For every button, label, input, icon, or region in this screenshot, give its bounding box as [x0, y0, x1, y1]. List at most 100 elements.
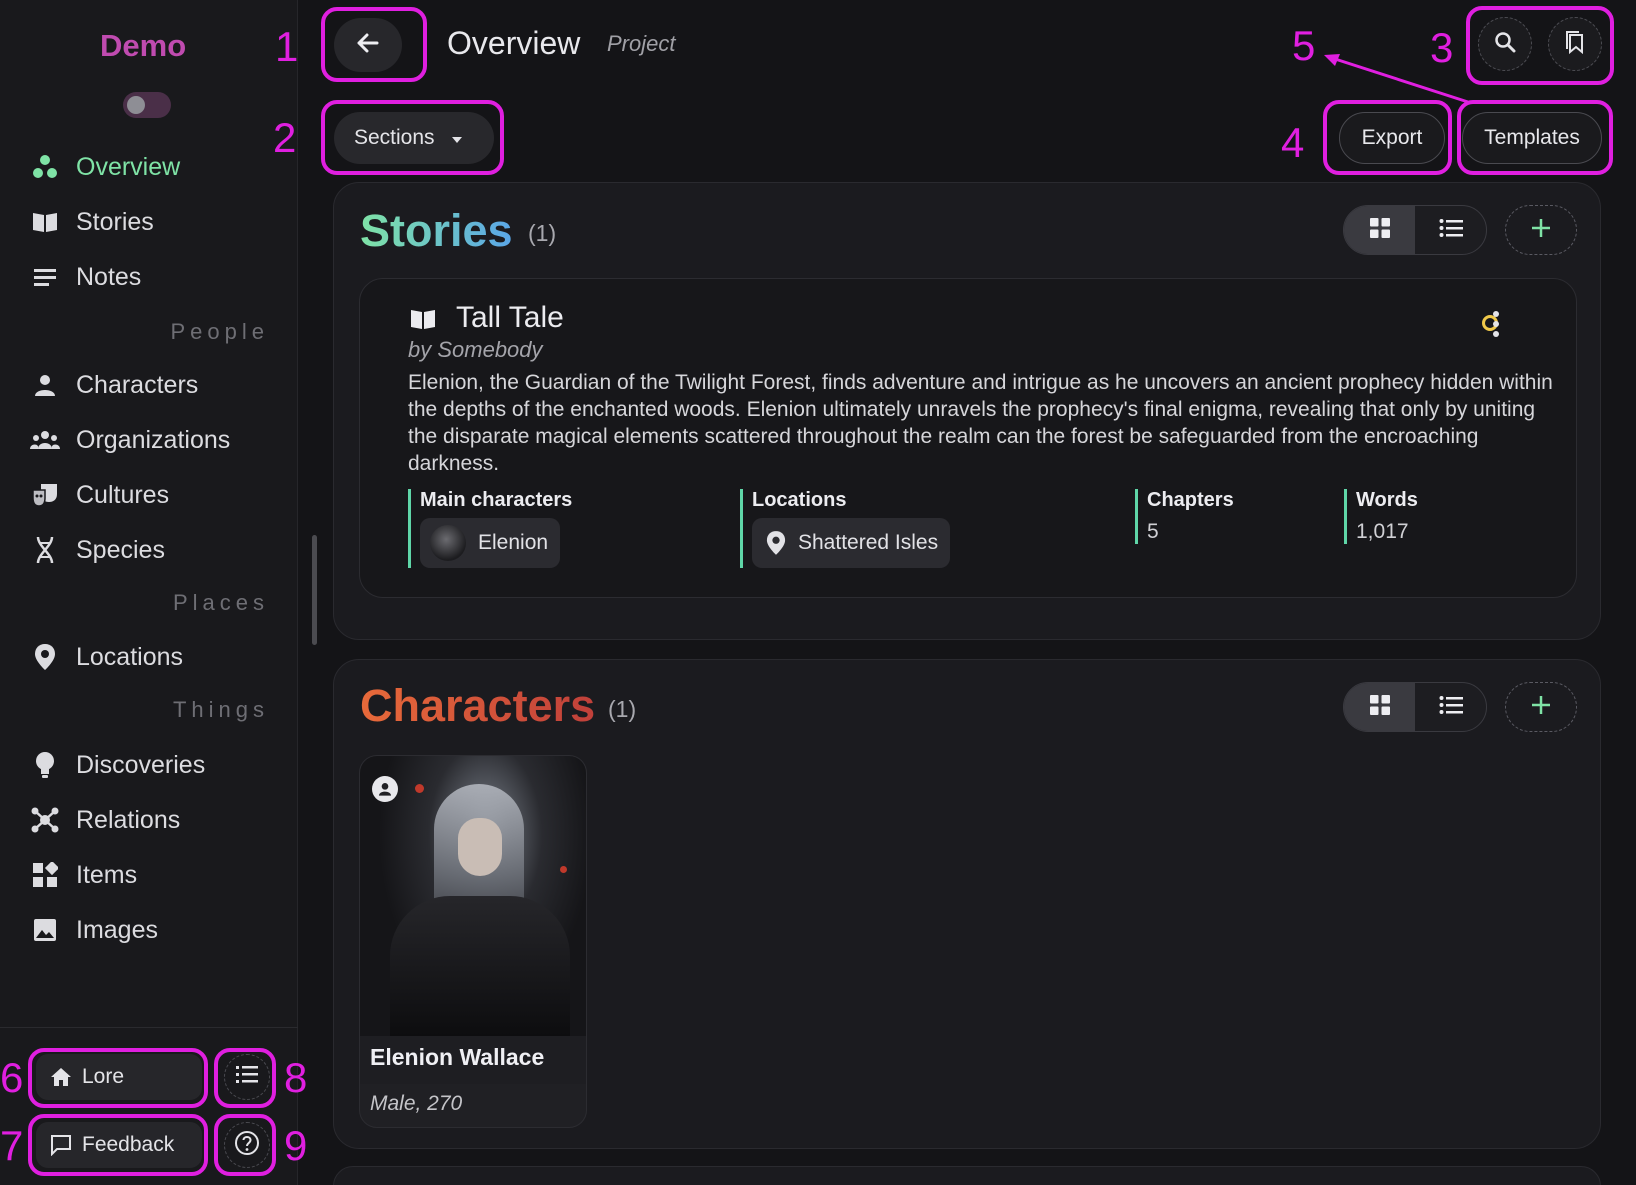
sidebar-item-items[interactable]: Items	[30, 855, 137, 895]
story-description: Elenion, the Guardian of the Twilight Fo…	[408, 371, 1553, 475]
list-view-button[interactable]	[1415, 683, 1486, 731]
location-chip[interactable]: Shattered Isles	[752, 518, 951, 568]
characters-view-toggle	[1343, 682, 1487, 732]
sidebar-item-cultures[interactable]: Cultures	[30, 475, 169, 515]
masks-icon	[30, 480, 60, 510]
search-icon	[1494, 31, 1516, 58]
annotation-number-4: 4	[1281, 119, 1305, 166]
sidebar-item-label: Overview	[76, 152, 181, 181]
annotation-number-2: 2	[273, 114, 297, 161]
sidebar-item-characters[interactable]: Characters	[30, 365, 198, 405]
stories-title: Stories	[360, 205, 513, 256]
templates-button[interactable]: Templates	[1462, 112, 1602, 164]
outline-button[interactable]	[224, 1054, 270, 1100]
sidebar-item-relations[interactable]: Relations	[30, 800, 180, 840]
sidebar-item-label: Locations	[76, 642, 184, 671]
help-button[interactable]	[224, 1122, 270, 1168]
story-card[interactable]: Tall Tale by Somebody Elenion, the Guard…	[359, 278, 1577, 598]
sidebar-item-discoveries[interactable]: Discoveries	[30, 745, 205, 785]
characters-panel: Characters (1) Elenion Wallace Male, 270	[333, 659, 1601, 1149]
back-button[interactable]	[334, 18, 402, 72]
words-label: Words	[1356, 489, 1418, 511]
character-chip-label: Elenion	[478, 531, 549, 554]
location-chip-label: Shattered Isles	[798, 531, 939, 554]
feedback-label: Feedback	[82, 1133, 175, 1156]
overview-icon	[30, 152, 60, 182]
dna-icon	[30, 535, 60, 565]
character-card[interactable]: Elenion Wallace Male, 270	[359, 755, 587, 1128]
sidebar-item-label: Images	[76, 915, 158, 944]
sidebar-item-label: Items	[76, 860, 138, 889]
sidebar-scrollbar[interactable]	[312, 535, 317, 645]
locations-field: Locations Shattered Isles	[740, 489, 951, 568]
main-characters-field: Main characters Elenion	[408, 489, 572, 568]
more-menu-icon[interactable]	[1493, 311, 1499, 341]
person-badge-icon	[372, 776, 398, 802]
group-label-places: Places	[172, 590, 269, 615]
sidebar-item-images[interactable]: Images	[30, 910, 158, 950]
sidebar-item-label: Notes	[76, 262, 142, 291]
bookmarks-button[interactable]	[1548, 17, 1602, 71]
chapters-label: Chapters	[1147, 489, 1234, 511]
add-story-button[interactable]	[1505, 205, 1577, 255]
sidebar-item-label: Organizations	[76, 425, 231, 454]
sidebar-item-label: Relations	[76, 805, 181, 834]
sidebar-item-stories[interactable]: Stories	[30, 202, 154, 242]
character-chip[interactable]: Elenion	[420, 518, 561, 568]
chapters-field: Chapters 5	[1135, 489, 1234, 544]
feedback-button[interactable]: Feedback	[36, 1122, 202, 1168]
group-label-things: Things	[172, 697, 269, 722]
sidebar-item-label: Species	[76, 535, 165, 564]
chat-icon	[48, 1132, 74, 1158]
characters-title: Characters	[360, 680, 596, 731]
grid-view-button[interactable]	[1344, 206, 1415, 254]
sidebar-item-notes[interactable]: Notes	[30, 257, 141, 297]
search-button[interactable]	[1478, 17, 1532, 71]
chapters-value: 5	[1147, 520, 1159, 543]
title-divider	[424, 26, 427, 60]
toggle-knob	[127, 96, 145, 114]
items-icon	[30, 860, 60, 890]
next-panel	[333, 1166, 1601, 1185]
sections-dropdown[interactable]: Sections	[334, 112, 494, 164]
annotation-number-9: 9	[284, 1122, 308, 1169]
page-subtitle: Project	[607, 31, 676, 56]
annotation-number-5: 5	[1292, 22, 1316, 69]
pin-icon	[30, 642, 60, 672]
page-title: Overview	[447, 25, 581, 61]
brand-title: Demo	[100, 28, 187, 63]
character-name: Elenion Wallace	[360, 1036, 586, 1084]
bookmarks-icon	[1564, 30, 1586, 59]
sidebar-item-organizations[interactable]: Organizations	[30, 420, 230, 460]
stories-panel: Stories (1) Tall Tale by Somebody Elenio…	[333, 182, 1601, 640]
sidebar-item-species[interactable]: Species	[30, 530, 165, 570]
image-icon	[30, 915, 60, 945]
grid-view-button[interactable]	[1344, 683, 1415, 731]
story-author: by Somebody	[408, 337, 543, 362]
sidebar-item-locations[interactable]: Locations	[30, 637, 183, 677]
lightbulb-icon	[30, 750, 60, 780]
main-characters-label: Main characters	[420, 489, 573, 511]
group-label-people: People	[170, 319, 269, 344]
characters-count: (1)	[608, 696, 637, 722]
sidebar-item-overview[interactable]: Overview	[30, 147, 180, 187]
sidebar-item-label: Characters	[76, 370, 199, 399]
theme-toggle[interactable]	[123, 92, 171, 118]
export-button[interactable]: Export	[1339, 112, 1445, 164]
annotation-number-6: 6	[0, 1054, 24, 1101]
locations-label: Locations	[752, 489, 847, 511]
grid-icon	[1369, 217, 1391, 244]
avatar	[430, 525, 466, 561]
caret-down-icon	[451, 126, 463, 150]
add-character-button[interactable]	[1505, 682, 1577, 732]
pin-icon	[766, 530, 786, 556]
sidebar-item-label: Stories	[76, 207, 154, 236]
lore-button[interactable]: Lore	[36, 1054, 202, 1100]
plus-icon	[1531, 218, 1551, 243]
sections-label: Sections	[354, 126, 435, 149]
list-view-button[interactable]	[1415, 206, 1486, 254]
grid-icon	[1369, 694, 1391, 721]
arrow-left-icon	[357, 33, 379, 58]
help-icon	[234, 1130, 260, 1161]
group-icon	[30, 425, 60, 455]
